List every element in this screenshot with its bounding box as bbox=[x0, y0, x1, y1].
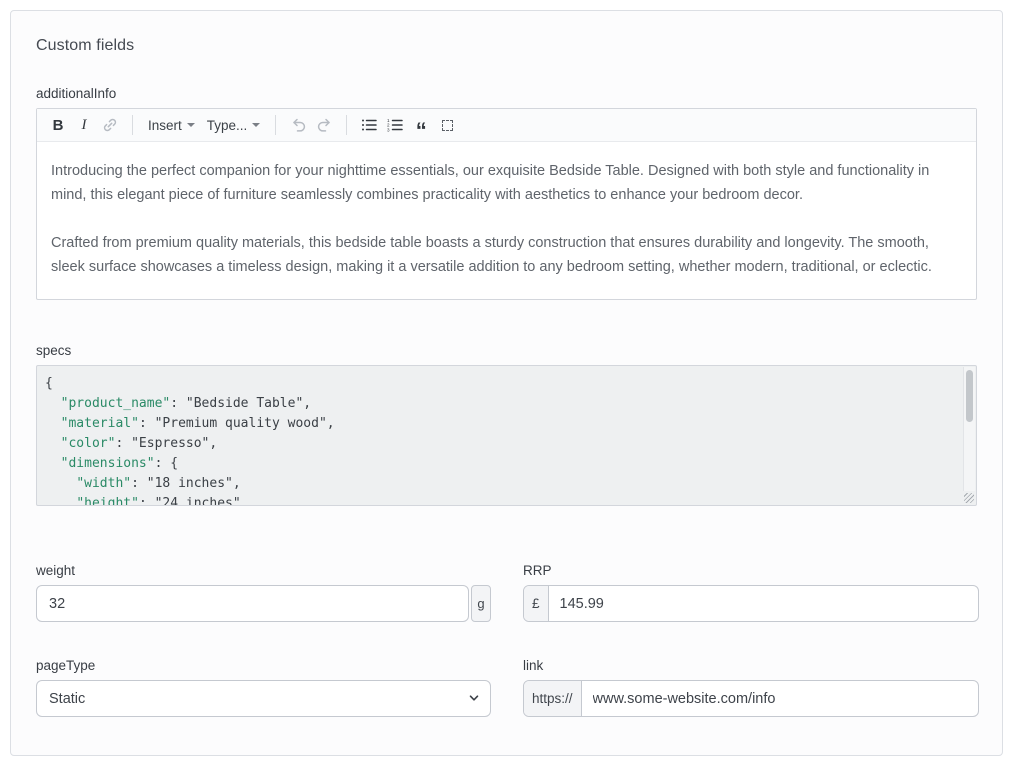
row-weight-rrp: weight g RRP £ bbox=[36, 563, 977, 622]
numbered-list-icon: 1 2 3 bbox=[387, 118, 403, 132]
field-rrp: RRP £ bbox=[523, 563, 979, 622]
page-type-label: pageType bbox=[36, 658, 491, 673]
row-pagetype-link: pageType Static link https:// bbox=[36, 658, 977, 717]
editor-paragraph: Crafted from premium quality materials, … bbox=[51, 231, 962, 279]
undo-icon bbox=[290, 117, 307, 133]
section-title: Custom fields bbox=[36, 37, 977, 55]
italic-button[interactable]: I bbox=[71, 112, 97, 138]
undo-button[interactable] bbox=[285, 112, 311, 138]
protocol-addon: https:// bbox=[524, 681, 582, 716]
insert-menu-button[interactable]: Insert bbox=[142, 112, 201, 138]
rich-text-editor: B I Insert bbox=[36, 108, 977, 300]
weight-input[interactable] bbox=[36, 585, 469, 622]
custom-fields-card: Custom fields additionalInfo B I bbox=[10, 10, 1003, 756]
bulleted-list-icon bbox=[361, 118, 377, 132]
toolbar-divider bbox=[132, 115, 133, 135]
bulleted-list-button[interactable] bbox=[356, 112, 382, 138]
toolbar-divider bbox=[346, 115, 347, 135]
numbered-list-button[interactable]: 1 2 3 bbox=[382, 112, 408, 138]
svg-text:3: 3 bbox=[387, 127, 390, 132]
rrp-label: RRP bbox=[523, 563, 979, 578]
specs-code[interactable]: { "product_name": "Bedside Table", "mate… bbox=[37, 366, 963, 505]
field-additional-info: additionalInfo B I bbox=[36, 86, 977, 300]
field-weight: weight g bbox=[36, 563, 491, 622]
layout-icon bbox=[442, 120, 453, 131]
chevron-down-icon bbox=[252, 123, 260, 127]
rrp-input[interactable] bbox=[549, 586, 978, 621]
field-page-type: pageType Static bbox=[36, 658, 491, 717]
editor-paragraph: Introducing the perfect companion for yo… bbox=[51, 159, 962, 207]
field-link: link https:// bbox=[523, 658, 979, 717]
layout-button[interactable] bbox=[434, 112, 460, 138]
link-input[interactable] bbox=[582, 681, 978, 716]
link-icon bbox=[102, 117, 118, 133]
specs-label: specs bbox=[36, 343, 977, 358]
additional-info-label: additionalInfo bbox=[36, 86, 977, 101]
weight-label: weight bbox=[36, 563, 491, 578]
type-menu-button[interactable]: Type... bbox=[201, 112, 267, 138]
toolbar-divider bbox=[275, 115, 276, 135]
blockquote-button[interactable]: “ bbox=[408, 112, 434, 138]
blockquote-icon: “ bbox=[416, 126, 427, 136]
resize-grip-icon[interactable] bbox=[964, 493, 974, 503]
scrollbar-thumb[interactable] bbox=[966, 370, 973, 422]
currency-addon: £ bbox=[524, 586, 549, 621]
type-menu-label: Type... bbox=[207, 118, 248, 133]
field-specs: specs { "product_name": "Bedside Table",… bbox=[36, 343, 977, 506]
chevron-down-icon bbox=[187, 123, 195, 127]
editor-toolbar: B I Insert bbox=[37, 109, 976, 142]
link-button[interactable] bbox=[97, 112, 123, 138]
editor-content[interactable]: Introducing the perfect companion for yo… bbox=[37, 142, 976, 299]
bold-button[interactable]: B bbox=[45, 112, 71, 138]
page: Custom fields additionalInfo B I bbox=[0, 0, 1013, 769]
redo-button[interactable] bbox=[311, 112, 337, 138]
link-label: link bbox=[523, 658, 979, 673]
redo-icon bbox=[316, 117, 333, 133]
scrollbar-track[interactable] bbox=[963, 367, 975, 491]
weight-unit-addon: g bbox=[471, 585, 491, 622]
insert-menu-label: Insert bbox=[148, 118, 182, 133]
page-type-select[interactable]: Static bbox=[36, 680, 491, 717]
specs-code-editor[interactable]: { "product_name": "Bedside Table", "mate… bbox=[36, 365, 977, 506]
